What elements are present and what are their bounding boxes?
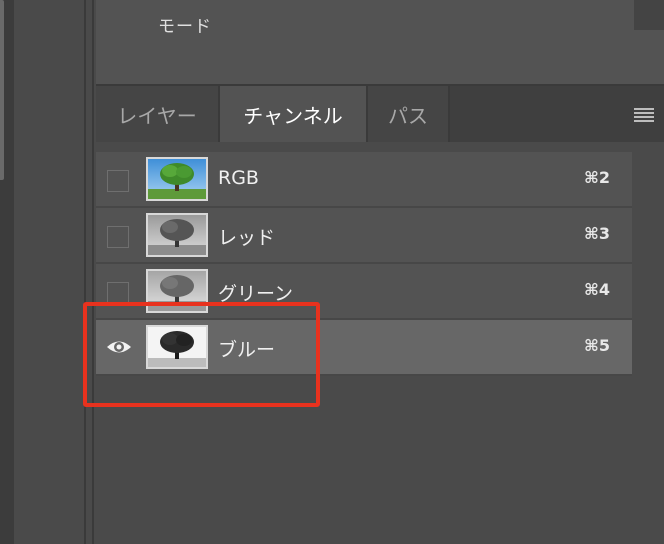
channel-list: RGB ⌘2 レッド ⌘3 グリーン ⌘4 ブルー ⌘5 — [96, 152, 632, 376]
tree-thumbnail-icon — [148, 159, 206, 199]
channel-thumbnail — [146, 325, 208, 369]
mode-label: モード — [158, 17, 212, 37]
channel-thumbnail — [146, 157, 208, 201]
left-scrollbar[interactable] — [0, 0, 4, 180]
channel-name: ブルー — [218, 339, 276, 361]
tree-thumbnail-icon — [148, 327, 206, 367]
channel-name: RGB — [218, 167, 259, 189]
panel-scrollbar[interactable] — [634, 0, 664, 30]
channel-row-rgb[interactable]: RGB ⌘2 — [96, 152, 632, 208]
tree-thumbnail-icon — [148, 271, 206, 311]
visibility-toggle[interactable] — [107, 282, 129, 304]
left-strip — [14, 0, 84, 544]
properties-panel: モード — [96, 0, 664, 86]
channel-thumbnail — [146, 269, 208, 313]
tab-label: パス — [388, 103, 428, 128]
channel-row-green[interactable]: グリーン ⌘4 — [96, 264, 632, 320]
tab-label: チャンネル — [243, 103, 343, 128]
eye-icon[interactable] — [105, 337, 133, 357]
divider — [92, 0, 94, 544]
left-gutter — [0, 0, 14, 544]
tab-label: レイヤー — [117, 103, 197, 128]
tab-layers[interactable]: レイヤー — [96, 86, 220, 142]
channel-row-blue[interactable]: ブルー ⌘5 — [96, 320, 632, 376]
channel-name: グリーン — [218, 283, 294, 305]
visibility-toggle[interactable] — [107, 226, 129, 248]
channel-shortcut: ⌘4 — [584, 280, 610, 299]
channel-shortcut: ⌘3 — [584, 224, 610, 243]
tree-thumbnail-icon — [148, 215, 206, 255]
channel-name: レッド — [218, 227, 276, 249]
tab-paths[interactable]: パス — [368, 86, 450, 142]
panel-tabs: レイヤー チャンネル パス — [96, 86, 664, 142]
visibility-toggle[interactable] — [107, 170, 129, 192]
channel-thumbnail — [146, 213, 208, 257]
channel-row-red[interactable]: レッド ⌘3 — [96, 208, 632, 264]
tab-channels[interactable]: チャンネル — [220, 86, 368, 142]
hamburger-menu-icon[interactable] — [634, 108, 654, 122]
channel-shortcut: ⌘5 — [584, 336, 610, 355]
divider — [84, 0, 86, 544]
channel-shortcut: ⌘2 — [584, 168, 610, 187]
